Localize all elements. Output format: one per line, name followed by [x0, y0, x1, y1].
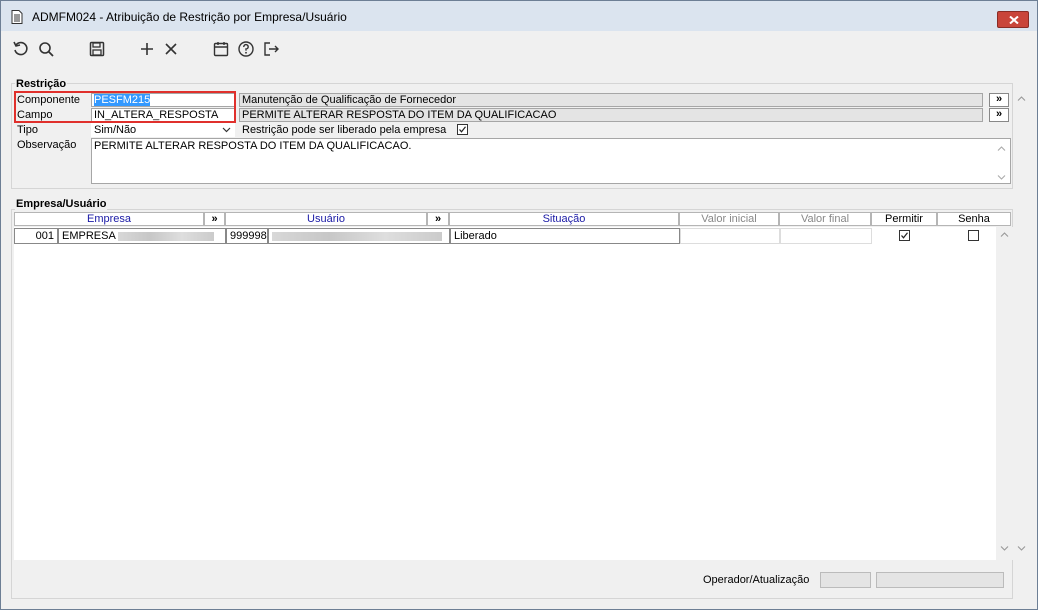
scroll-up-icon[interactable]: [1013, 93, 1030, 110]
column-header-empresa[interactable]: Empresa: [14, 212, 204, 226]
column-header-valor-inicial: Valor inicial: [679, 212, 779, 226]
componente-lookup-button[interactable]: »: [989, 93, 1009, 107]
add-icon[interactable]: [137, 39, 157, 59]
calendar-icon[interactable]: [211, 39, 231, 59]
toolbar: [1, 31, 1037, 67]
scroll-up-icon[interactable]: [997, 142, 1006, 156]
liberado-label: Restrição pode ser liberado pela empresa: [242, 124, 447, 136]
close-icon: [1009, 16, 1019, 24]
grid-scrollbar[interactable]: [996, 227, 1013, 560]
window-title: ADMFM024 - Atribuição de Restrição por E…: [32, 10, 347, 24]
column-header-valor-final: Valor final: [779, 212, 871, 226]
highlight-box: [14, 91, 236, 123]
usuario-code-cell[interactable]: 999998: [226, 228, 268, 244]
delete-icon[interactable]: [161, 39, 181, 59]
document-icon: [11, 10, 23, 24]
column-header-senha: Senha: [937, 212, 1011, 226]
situacao-cell[interactable]: Liberado: [450, 228, 680, 244]
scroll-down-icon[interactable]: [1013, 543, 1030, 560]
form-area: Restrição Componente PESFM215 Manutenção…: [9, 67, 1031, 602]
main-window: ADMFM024 - Atribuição de Restrição por E…: [0, 0, 1038, 610]
column-header-situacao[interactable]: Situação: [449, 212, 679, 226]
scroll-up-icon[interactable]: [996, 229, 1013, 246]
window-scrollbar[interactable]: [1013, 91, 1030, 561]
redacted-text: [272, 231, 442, 241]
scroll-down-icon[interactable]: [996, 543, 1013, 560]
check-icon: [901, 232, 908, 239]
redacted-text: [118, 231, 215, 241]
exit-icon[interactable]: [261, 39, 281, 59]
usuario-name-cell: [268, 228, 450, 244]
save-icon[interactable]: [87, 39, 107, 59]
permitir-checkbox[interactable]: [899, 230, 910, 241]
help-icon[interactable]: [236, 39, 256, 59]
empresa-name-cell: EMPRESA: [58, 228, 226, 244]
observacao-label: Observação: [17, 139, 77, 151]
restricao-group-label: Restrição: [15, 78, 68, 90]
componente-description: Manutenção de Qualificação de Fornecedor: [239, 93, 983, 107]
column-header-permitir: Permitir: [871, 212, 937, 226]
check-icon: [459, 126, 466, 133]
empresa-lookup-button[interactable]: »: [204, 212, 225, 226]
refresh-icon[interactable]: [11, 39, 31, 59]
liberado-checkbox[interactable]: [457, 124, 468, 135]
title-bar: ADMFM024 - Atribuição de Restrição por E…: [1, 1, 1037, 31]
empresa-code-cell[interactable]: 001: [14, 228, 58, 244]
scroll-down-icon[interactable]: [997, 171, 1006, 183]
usuario-lookup-button[interactable]: »: [427, 212, 449, 226]
campo-lookup-button[interactable]: »: [989, 108, 1009, 122]
grid-body: [14, 227, 996, 560]
observacao-textarea[interactable]: PERMITE ALTERAR RESPOSTA DO ITEM DA QUAL…: [91, 138, 1011, 184]
operador-label: Operador/Atualização: [703, 574, 810, 586]
chevron-down-icon: [222, 125, 231, 136]
operador-field: [820, 572, 871, 588]
tipo-label: Tipo: [17, 124, 38, 136]
valor-final-cell[interactable]: [780, 228, 872, 244]
campo-description: PERMITE ALTERAR RESPOSTA DO ITEM DA QUAL…: [239, 108, 983, 122]
valor-inicial-cell[interactable]: [680, 228, 780, 244]
tipo-select[interactable]: Sim/Não: [91, 123, 235, 137]
empresa-usuario-group-label: Empresa/Usuário: [15, 198, 108, 210]
atualizacao-field: [876, 572, 1004, 588]
search-icon[interactable]: [36, 39, 56, 59]
column-header-usuario[interactable]: Usuário: [225, 212, 427, 226]
senha-checkbox[interactable]: [968, 230, 979, 241]
close-button[interactable]: [997, 11, 1029, 28]
